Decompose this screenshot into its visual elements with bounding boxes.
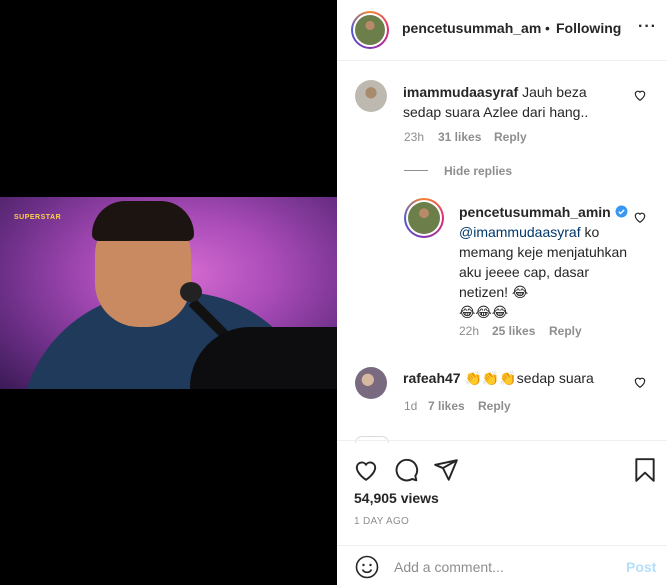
post-panel: pencetusummah_ami • Following ··· imammu… xyxy=(337,0,667,585)
reply-username[interactable]: pencetusummah_amin xyxy=(459,204,611,220)
verified-icon xyxy=(615,205,628,218)
emoji-icon[interactable] xyxy=(355,555,379,579)
show-logo: SUPERSTAR xyxy=(14,214,62,221)
separator-dot: • xyxy=(545,20,550,36)
following-button[interactable]: Following xyxy=(556,20,621,36)
comment-input[interactable]: Add a comment... xyxy=(394,559,504,575)
commenter-avatar[interactable] xyxy=(355,367,387,399)
reply-likes[interactable]: 25 likes xyxy=(492,324,535,338)
comment-text: 👏👏👏sedap suara xyxy=(464,370,594,386)
reply-button[interactable]: Reply xyxy=(478,399,511,413)
comment-time[interactable]: 23h xyxy=(404,130,424,144)
commenter-avatar[interactable] xyxy=(355,80,387,112)
more-icon[interactable]: ··· xyxy=(638,18,657,36)
like-heart-icon[interactable] xyxy=(353,457,379,483)
view-count[interactable]: 54,905 views xyxy=(354,490,439,506)
share-icon[interactable] xyxy=(433,457,459,483)
heart-icon[interactable] xyxy=(633,88,647,102)
singer-hair xyxy=(92,201,194,241)
reply-button[interactable]: Reply xyxy=(494,130,527,144)
author-username[interactable]: pencetusummah_ami xyxy=(402,20,542,36)
author-avatar[interactable] xyxy=(355,15,385,45)
microphone xyxy=(180,282,202,302)
reply-time[interactable]: 22h xyxy=(459,324,479,338)
comment-composer: Add a comment... Post xyxy=(337,545,667,586)
replies-divider-line xyxy=(404,170,428,171)
post-comment-button[interactable]: Post xyxy=(626,559,656,575)
post-actions: 54,905 views 1 DAY AGO xyxy=(337,440,667,551)
bookmark-icon[interactable] xyxy=(632,457,658,483)
comment-likes[interactable]: 31 likes xyxy=(438,130,481,144)
heart-icon[interactable] xyxy=(633,375,647,389)
reply-button[interactable]: Reply xyxy=(549,324,582,338)
comment-icon[interactable] xyxy=(393,457,419,483)
hide-replies-label[interactable]: Hide replies xyxy=(444,164,512,178)
comment-likes[interactable]: 7 likes xyxy=(428,399,465,413)
post-timestamp[interactable]: 1 DAY AGO xyxy=(354,516,409,527)
heart-icon[interactable] xyxy=(633,210,647,224)
comment-time[interactable]: 1d xyxy=(404,399,417,413)
comment-username[interactable]: rafeah47 xyxy=(403,370,461,386)
reply-emojis: 😂😂😂 xyxy=(459,304,509,320)
comment-username[interactable]: imammudaasyraf xyxy=(403,84,518,100)
reply-avatar[interactable] xyxy=(408,202,440,234)
video-frame[interactable]: SUPERSTAR xyxy=(0,197,337,389)
reply-mention[interactable]: @imammudaasyraf xyxy=(459,224,581,240)
post-media[interactable]: SUPERSTAR xyxy=(0,0,337,585)
post-header: pencetusummah_ami • Following ··· xyxy=(337,0,667,61)
